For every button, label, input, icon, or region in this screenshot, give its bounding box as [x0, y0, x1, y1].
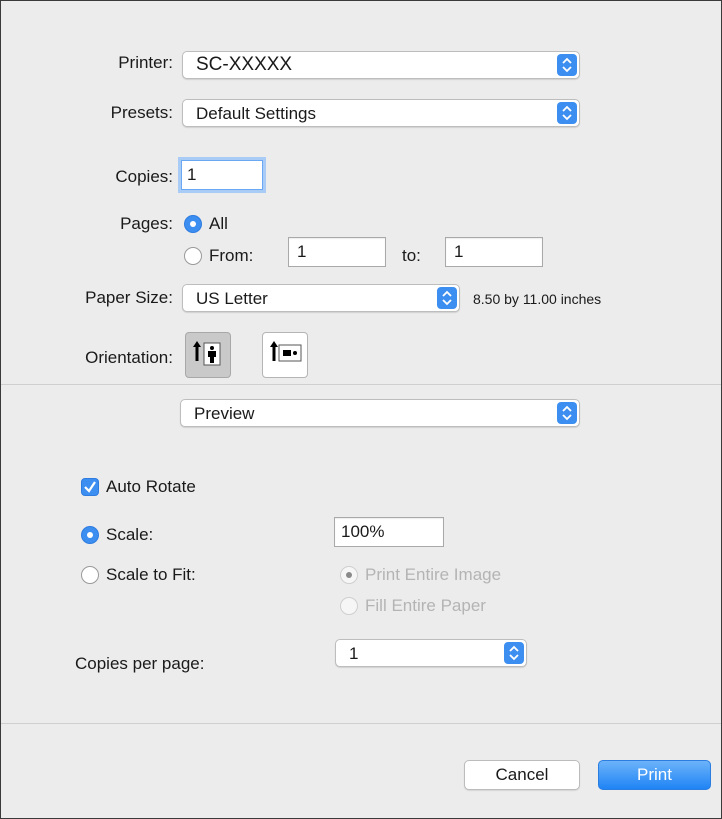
- presets-popup[interactable]: Default Settings: [182, 99, 580, 127]
- presets-value: Default Settings: [196, 104, 317, 123]
- copies-per-page-value: 1: [349, 644, 359, 663]
- paper-size-stepper-icon: [437, 287, 457, 309]
- presets-label: Presets:: [110, 103, 173, 122]
- printer-value: SC-XXXXX: [196, 54, 293, 75]
- section-divider: [1, 384, 721, 385]
- copies-field[interactable]: 1: [181, 160, 263, 190]
- fill-entire-paper-label: Fill Entire Paper: [365, 596, 486, 615]
- scale-to-fit-radio[interactable]: [81, 566, 99, 584]
- orientation-landscape-button[interactable]: [262, 332, 308, 378]
- copies-label: Copies:: [115, 167, 173, 186]
- pages-to-value: 1: [454, 242, 464, 261]
- footer-divider: [1, 723, 721, 724]
- print-dialog: Printer: SC-XXXXX Presets: Default Setti…: [0, 0, 722, 819]
- print-entire-image-radio[interactable]: [340, 566, 358, 584]
- fill-entire-paper-radio[interactable]: [340, 597, 358, 615]
- scale-label: Scale:: [106, 525, 154, 544]
- landscape-orientation-icon: [270, 341, 302, 362]
- pages-from-value: 1: [297, 242, 307, 261]
- cancel-button[interactable]: Cancel: [464, 760, 580, 790]
- printer-label: Printer:: [118, 53, 173, 72]
- pages-from-radio[interactable]: [184, 247, 202, 265]
- pages-from-label: From:: [209, 246, 254, 265]
- scale-to-fit-label: Scale to Fit:: [106, 565, 196, 584]
- pages-from-field[interactable]: 1: [288, 237, 386, 267]
- auto-rotate-label: Auto Rotate: [106, 477, 196, 496]
- printer-stepper-icon: [557, 54, 577, 76]
- copies-value: 1: [187, 165, 197, 184]
- pages-to-field[interactable]: 1: [445, 237, 543, 267]
- orientation-label: Orientation:: [85, 348, 173, 367]
- pages-all-radio[interactable]: [184, 215, 202, 233]
- pages-label: Pages:: [120, 214, 173, 233]
- scale-field[interactable]: 100%: [334, 517, 444, 547]
- copies-per-page-stepper-icon: [504, 642, 524, 664]
- app-section-value: Preview: [194, 404, 255, 423]
- scale-radio[interactable]: [81, 526, 99, 544]
- pages-all-label: All: [209, 214, 228, 233]
- app-section-popup[interactable]: Preview: [180, 399, 580, 427]
- print-button[interactable]: Print: [598, 760, 711, 790]
- scale-value: 100%: [341, 522, 385, 541]
- printer-popup[interactable]: SC-XXXXX: [182, 51, 580, 79]
- copies-per-page-label: Copies per page:: [75, 654, 205, 673]
- print-entire-image-label: Print Entire Image: [365, 565, 502, 584]
- auto-rotate-checkbox[interactable]: [81, 478, 99, 496]
- paper-size-value: US Letter: [196, 289, 268, 308]
- app-section-stepper-icon: [557, 402, 577, 424]
- pages-to-label: to:: [402, 246, 421, 265]
- paper-size-label: Paper Size:: [85, 288, 173, 307]
- copies-per-page-popup[interactable]: 1: [335, 639, 527, 667]
- presets-stepper-icon: [557, 102, 577, 124]
- paper-size-popup[interactable]: US Letter: [182, 284, 460, 312]
- paper-size-dimensions: 8.50 by 11.00 inches: [473, 291, 602, 307]
- orientation-portrait-button[interactable]: [185, 332, 231, 378]
- portrait-orientation-icon: [193, 341, 221, 366]
- checkmark-icon: [84, 481, 96, 493]
